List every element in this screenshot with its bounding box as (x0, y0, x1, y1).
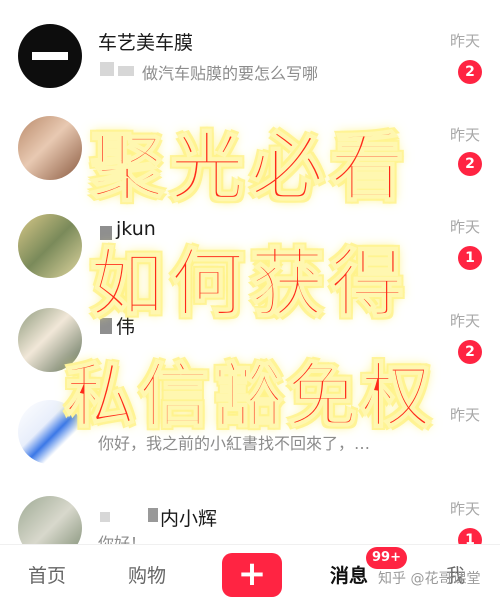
contact-name: 车艺美车膜 (98, 32, 194, 54)
nav-home[interactable]: 首页 (28, 561, 66, 588)
headline-line-1: 聚光必看 (89, 124, 410, 212)
nav-messages[interactable]: 消息 (330, 561, 368, 588)
pixelated-block (100, 512, 110, 522)
publish-button[interactable]: + (222, 553, 282, 597)
watermark: 知乎 @花哥课堂 (378, 571, 481, 587)
pixelated-block (118, 66, 134, 76)
headline-line-3: 私信豁免权 (64, 354, 435, 438)
message-time: 昨天 (450, 32, 481, 50)
message-row[interactable]: 车艺美车膜 做汽车贴膜的要怎么写哪 昨天 2 (0, 0, 500, 96)
avatar (18, 24, 82, 88)
pixelated-block (148, 508, 158, 522)
contact-name: 内小辉 (160, 508, 218, 530)
message-time: 昨天 (450, 500, 481, 518)
message-preview: 做汽车贴膜的要怎么写哪 (142, 64, 319, 83)
pixelated-block (100, 62, 114, 76)
headline-line-2: 如何获得 (89, 240, 410, 328)
messages-count-badge: 99+ (366, 547, 407, 569)
nav-shop[interactable]: 购物 (128, 561, 166, 588)
unread-badge: 2 (458, 60, 482, 84)
